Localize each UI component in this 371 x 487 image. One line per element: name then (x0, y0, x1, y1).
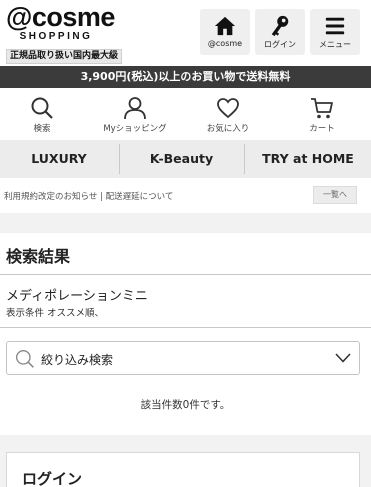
icon-nav: 検索 Myショッピング お気に入り カート (0, 88, 371, 140)
menu-button[interactable]: メニュー (310, 9, 360, 55)
cosme-shopping-logo[interactable]: @cosme SHOPPING 正規品取り扱い国内最大級 (6, 2, 123, 64)
nav-item-cart[interactable]: カート (280, 88, 364, 140)
person-icon (124, 97, 146, 120)
login-button[interactable]: ログイン (255, 9, 305, 55)
heart-icon (217, 98, 239, 119)
tab-k-beauty[interactable]: K-Beauty (120, 140, 243, 178)
search-icon (16, 350, 34, 368)
refine-search-dropdown[interactable]: 絞り込み検索 (6, 341, 360, 375)
logo-main-text: @cosme (6, 2, 115, 32)
login-heading: ログイン (22, 470, 83, 487)
site-header: @cosme SHOPPING 正規品取り扱い国内最大級 @cosme ログイン… (0, 0, 371, 66)
home-button[interactable]: @cosme (200, 9, 250, 55)
tab-luxury[interactable]: LUXURY (0, 140, 118, 178)
notice-links[interactable]: 利用規約改定のお知らせ | 配送遅延について (4, 190, 173, 202)
chevron-down-icon (335, 353, 351, 363)
hamburger-icon (325, 17, 345, 35)
divider (0, 274, 371, 275)
nav-item-favorites-label: お気に入り (206, 124, 250, 134)
nav-item-favorites[interactable]: お気に入り (186, 88, 270, 140)
section-divider (0, 213, 371, 233)
login-button-label: ログイン (264, 40, 296, 49)
search-icon (31, 97, 53, 119)
logo-badge: 正規品取り扱い国内最大級 (6, 49, 123, 64)
search-query: メディポレーションミニ (6, 289, 148, 304)
login-card: ログイン (6, 452, 360, 487)
sort-condition: 表示条件 オススメ順、 (6, 308, 105, 319)
tab-try-at-home[interactable]: TRY at HOME (245, 140, 371, 178)
divider (0, 327, 371, 328)
notice-list-button[interactable]: 一覧へ (313, 186, 357, 204)
key-icon (271, 15, 289, 37)
menu-button-label: メニュー (319, 40, 351, 49)
nav-item-search-label: 検索 (33, 124, 51, 134)
refine-search-label: 絞り込み検索 (41, 353, 114, 367)
category-tabs: LUXURY K-Beauty TRY at HOME (0, 140, 371, 178)
home-button-label: @cosme (207, 39, 243, 48)
nav-item-search[interactable]: 検索 (0, 88, 84, 140)
empty-result-message: 該当件数0件です。 (140, 399, 231, 411)
nav-item-my-shopping[interactable]: Myショッピング (93, 88, 177, 140)
free-shipping-banner[interactable]: 3,900円(税込)以上のお買い物で送料無料 (0, 66, 371, 88)
nav-item-my-shopping-label: Myショッピング (103, 124, 167, 134)
home-icon (214, 16, 236, 36)
cart-icon (311, 98, 333, 119)
nav-item-cart-label: カート (309, 124, 335, 134)
page-title: 検索結果 (6, 247, 71, 266)
logo-sub-text: SHOPPING (19, 31, 93, 42)
